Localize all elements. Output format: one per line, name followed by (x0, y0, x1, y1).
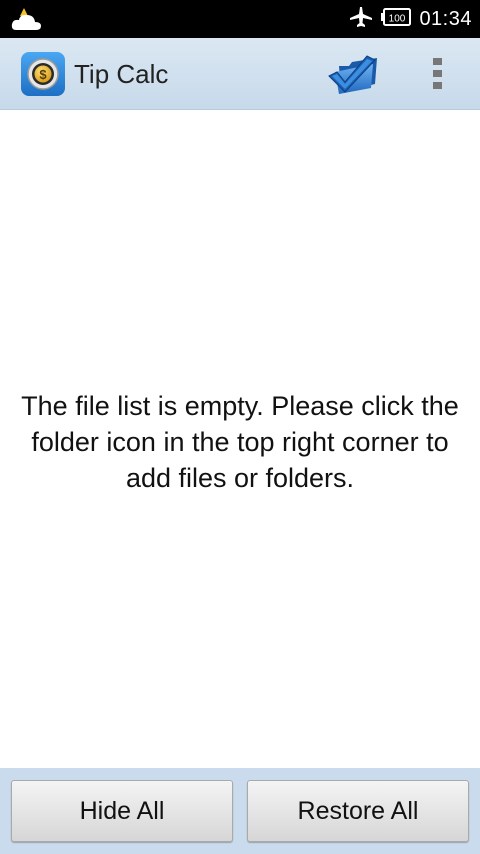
airplane-mode-icon (349, 6, 373, 33)
status-indicators: 100 01:34 (349, 0, 472, 38)
empty-list-message: The file list is empty. Please click the… (21, 391, 459, 493)
action-bar: $ Tip Calc (0, 38, 480, 110)
svg-text:$: $ (39, 67, 47, 82)
dollar-coin-icon[interactable]: $ (21, 52, 65, 96)
folder-check-icon[interactable] (326, 48, 382, 100)
app-title: Tip Calc (74, 59, 169, 89)
bottom-button-bar: Hide All Restore All (0, 768, 480, 854)
restore-all-button[interactable]: Restore All (247, 780, 469, 842)
status-time: 01:34 (419, 7, 472, 30)
hide-all-button[interactable]: Hide All (11, 780, 233, 842)
battery-level-text: 100 (389, 13, 406, 24)
status-bar: 100 01:34 (0, 0, 480, 38)
file-list-area: The file list is empty. Please click the… (0, 110, 480, 768)
overflow-menu-icon[interactable] (420, 50, 456, 98)
weather-cloud-sun-icon (10, 4, 44, 34)
battery-icon: 100 (381, 7, 412, 31)
